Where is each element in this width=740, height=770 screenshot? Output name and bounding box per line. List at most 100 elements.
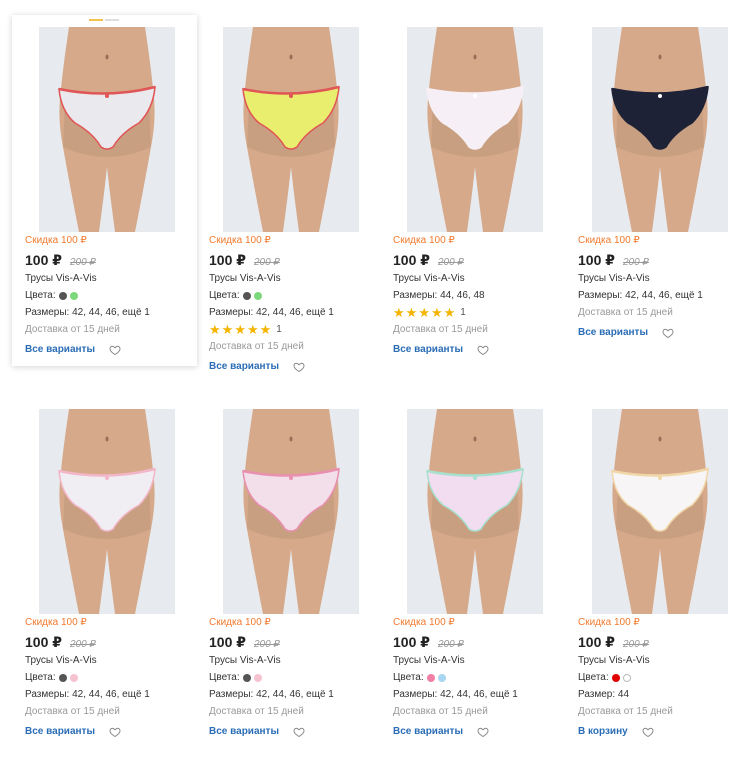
current-price: 100 ₽: [209, 634, 246, 650]
all-variants-link[interactable]: Все варианты: [393, 726, 463, 737]
rating-count: 1: [460, 307, 466, 318]
color-swatch[interactable]: [58, 291, 67, 300]
product-title[interactable]: Трусы Vis-A-Vis: [393, 272, 557, 285]
product-card[interactable]: Скидка 100 ₽ 100 ₽ 200 ₽ Трусы Vis-A-Vis Цве…: [15, 27, 199, 356]
product-card[interactable]: Скидка 100 ₽ 100 ₽ 200 ₽ Трусы Vis-A-Vis Цве…: [199, 27, 383, 373]
all-variants-link[interactable]: Все варианты: [25, 726, 95, 737]
current-price: 100 ₽: [578, 252, 615, 268]
sizes-info: Размеры: 44, 46, 48: [393, 290, 485, 301]
product-title[interactable]: Трусы Vis-A-Vis: [25, 654, 189, 667]
rating-count: 1: [276, 324, 282, 335]
sizes-info: Размеры: 42, 44, 46, ещё 1: [25, 689, 150, 700]
all-variants-link[interactable]: Все варианты: [209, 726, 279, 737]
discount-label: Скидка 100 ₽: [393, 235, 455, 246]
product-card[interactable]: Скидка 100 ₽ 100 ₽ 200 ₽ Трусы Vis-A-Vis Раз…: [568, 27, 740, 339]
color-swatch[interactable]: [437, 673, 446, 682]
product-photo[interactable]: [223, 27, 359, 232]
product-card[interactable]: Скидка 100 ₽ 100 ₽ 200 ₽ Трусы Vis-A-Vis Раз…: [383, 27, 567, 356]
rating-stars: ★ ★ ★ ★ ★ 1: [393, 306, 557, 319]
colors-label: Цвета:: [25, 290, 56, 301]
product-image[interactable]: [407, 27, 543, 232]
card-actions: Все варианты: [25, 342, 189, 356]
color-options: Цвета:: [25, 289, 189, 302]
color-swatch[interactable]: [69, 673, 78, 682]
product-title[interactable]: Трусы Vis-A-Vis: [578, 654, 740, 667]
product-title[interactable]: Трусы Vis-A-Vis: [393, 654, 557, 667]
product-image[interactable]: [39, 409, 175, 614]
delivery-info: Доставка от 15 дней: [25, 706, 120, 717]
heart-icon[interactable]: [293, 360, 305, 373]
colors-label: Цвета:: [393, 672, 424, 683]
sizes-info: Размеры: 42, 44, 46, ещё 1: [209, 689, 334, 700]
heart-icon[interactable]: [109, 343, 121, 356]
product-photo[interactable]: [223, 409, 359, 614]
heart-icon[interactable]: [662, 326, 674, 339]
card-actions: Все варианты: [209, 724, 373, 738]
add-to-cart-button[interactable]: В корзину: [578, 726, 628, 737]
heart-icon[interactable]: [293, 725, 305, 738]
current-price: 100 ₽: [25, 252, 62, 268]
photo-switcher-active[interactable]: [89, 19, 103, 21]
colors-label: Цвета:: [578, 672, 609, 683]
color-swatch[interactable]: [253, 291, 262, 300]
product-title[interactable]: Трусы Vis-A-Vis: [209, 272, 373, 285]
color-swatch[interactable]: [622, 673, 631, 682]
heart-icon[interactable]: [477, 725, 489, 738]
card-actions: Все варианты: [209, 359, 373, 373]
product-image[interactable]: [39, 27, 175, 232]
color-swatch[interactable]: [253, 673, 262, 682]
price-row: 100 ₽ 200 ₽: [209, 634, 373, 650]
product-photo[interactable]: [39, 27, 175, 232]
product-title[interactable]: Трусы Vis-A-Vis: [578, 272, 740, 285]
color-swatch[interactable]: [69, 291, 78, 300]
heart-icon[interactable]: [477, 343, 489, 356]
star-icon: ★: [246, 322, 259, 337]
heart-icon[interactable]: [109, 725, 121, 738]
color-swatch[interactable]: [58, 673, 67, 682]
color-swatch[interactable]: [611, 673, 620, 682]
all-variants-link[interactable]: Все варианты: [209, 361, 279, 372]
product-grid: Скидка 100 ₽ 100 ₽ 200 ₽ Трусы Vis-A-Vis Цве…: [0, 0, 740, 770]
product-photo[interactable]: [407, 409, 543, 614]
product-card[interactable]: Скидка 100 ₽ 100 ₽ 200 ₽ Трусы Vis-A-Vis Цве…: [383, 409, 567, 738]
heart-icon[interactable]: [642, 725, 654, 738]
all-variants-link[interactable]: Все варианты: [25, 344, 95, 355]
product-image[interactable]: [223, 409, 359, 614]
discount-label: Скидка 100 ₽: [209, 235, 271, 246]
product-info: Скидка 100 ₽ 100 ₽ 200 ₽ Трусы Vis-A-Vis Цве…: [15, 234, 199, 356]
delivery-info: Доставка от 15 дней: [393, 324, 488, 335]
product-title[interactable]: Трусы Vis-A-Vis: [209, 654, 373, 667]
product-photo[interactable]: [407, 27, 543, 232]
product-card[interactable]: Скидка 100 ₽ 100 ₽ 200 ₽ Трусы Vis-A-Vis Цве…: [15, 409, 199, 738]
old-price: 200 ₽: [623, 639, 649, 650]
product-info: Скидка 100 ₽ 100 ₽ 200 ₽ Трусы Vis-A-Vis Цве…: [383, 616, 567, 738]
all-variants-link[interactable]: Все варианты: [578, 327, 648, 338]
product-card[interactable]: Скидка 100 ₽ 100 ₽ 200 ₽ Трусы Vis-A-Vis Цве…: [199, 409, 383, 738]
all-variants-link[interactable]: Все варианты: [393, 344, 463, 355]
product-image[interactable]: [592, 27, 728, 232]
product-image[interactable]: [592, 409, 728, 614]
product-photo[interactable]: [592, 409, 728, 614]
color-swatch[interactable]: [242, 673, 251, 682]
card-actions: Все варианты: [393, 342, 557, 356]
product-info: Скидка 100 ₽ 100 ₽ 200 ₽ Трусы Vis-A-Vis Цве…: [15, 616, 199, 738]
photo-switcher-indicator[interactable]: [89, 19, 119, 21]
product-image[interactable]: [407, 409, 543, 614]
product-title[interactable]: Трусы Vis-A-Vis: [25, 272, 189, 285]
discount-label: Скидка 100 ₽: [25, 235, 87, 246]
photo-switcher-inactive[interactable]: [105, 19, 119, 21]
old-price: 200 ₽: [70, 257, 96, 268]
star-icon: ★: [443, 305, 456, 320]
product-info: Скидка 100 ₽ 100 ₽ 200 ₽ Трусы Vis-A-Vis Раз…: [568, 234, 740, 339]
color-swatch[interactable]: [242, 291, 251, 300]
product-photo[interactable]: [592, 27, 728, 232]
colors-label: Цвета:: [209, 672, 240, 683]
sizes-info: Размеры: 42, 44, 46, ещё 1: [578, 290, 703, 301]
current-price: 100 ₽: [393, 634, 430, 650]
star-icon: ★: [418, 305, 430, 320]
product-image[interactable]: [223, 27, 359, 232]
product-photo[interactable]: [39, 409, 175, 614]
color-swatch[interactable]: [426, 673, 435, 682]
product-card[interactable]: Скидка 100 ₽ 100 ₽ 200 ₽ Трусы Vis-A-Vis Цве…: [568, 409, 740, 738]
color-options: Цвета:: [25, 671, 189, 684]
